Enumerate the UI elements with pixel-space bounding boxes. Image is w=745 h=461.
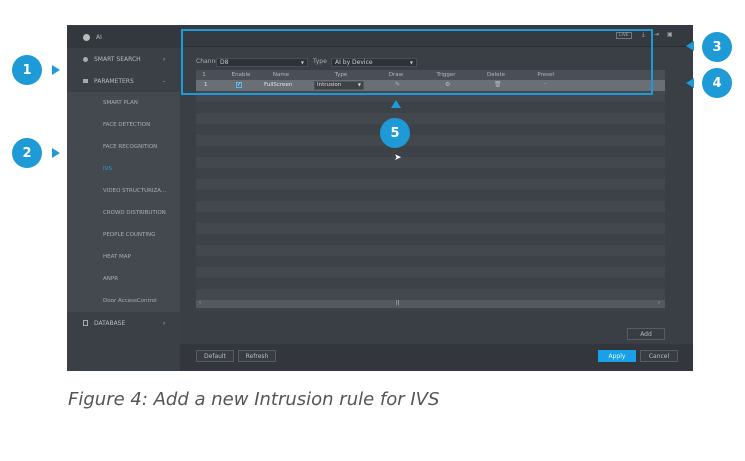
callout-4: 4 <box>702 68 732 98</box>
column-header: Draw <box>388 72 404 78</box>
empty-row <box>196 135 665 146</box>
chevron-right-icon: › <box>163 55 166 63</box>
export-icon[interactable]: ⇥ <box>654 31 659 38</box>
sidebar-subitem[interactable]: IVS <box>67 158 180 180</box>
default-button[interactable]: Default <box>196 350 234 362</box>
column-header: Name <box>272 72 290 78</box>
callout-1: 1 <box>12 55 42 85</box>
column-header: Preset <box>537 72 555 78</box>
empty-row <box>196 245 665 256</box>
chevron-right-icon: › <box>163 319 166 327</box>
sidebar-subitem[interactable]: VIDEO STRUCTURIZA... <box>67 180 180 202</box>
empty-row <box>196 168 665 179</box>
sidebar-subitem[interactable]: Door AccessControl <box>67 290 180 312</box>
arrow-right-icon <box>52 65 60 75</box>
list-icon <box>83 79 88 83</box>
sidebar-subitem[interactable]: SMART PLAN <box>67 92 180 114</box>
sidebar-subitem[interactable]: CROWD DISTRIBUTION <box>67 202 180 224</box>
sidebar-subitem[interactable]: FACE RECOGNITION <box>67 136 180 158</box>
scroll-thumb[interactable]: || <box>396 300 399 306</box>
column-header: Type <box>334 72 348 78</box>
arrow-left-icon <box>686 41 694 51</box>
rules-table: 1 Enable Name Type Draw Trigger Delete Preset 1… <box>196 70 665 311</box>
sidebar: AI SMART SEARCH › PARAMETERS - SMART PLAN F… <box>67 25 180 371</box>
empty-row <box>196 157 665 168</box>
mouse-cursor-icon: ➤ <box>394 153 402 163</box>
horizontal-scrollbar[interactable]: ‹ || › <box>196 300 665 308</box>
empty-row <box>196 179 665 190</box>
sidebar-subitem[interactable]: HEAT MAP <box>67 246 180 268</box>
empty-row <box>196 102 665 113</box>
empty-row <box>196 212 665 223</box>
ai-icon <box>83 33 90 41</box>
database-icon <box>83 320 88 326</box>
cancel-button[interactable]: Cancel <box>640 350 678 362</box>
sidebar-subitem[interactable]: FACE DETECTION <box>67 114 180 136</box>
sidebar-item-parameters[interactable]: PARAMETERS - <box>67 70 180 92</box>
empty-row <box>196 190 665 201</box>
sidebar-item-smart-search[interactable]: SMART SEARCH › <box>67 48 180 70</box>
empty-row <box>196 234 665 245</box>
callout-3: 3 <box>702 32 732 62</box>
empty-row <box>196 256 665 267</box>
sidebar-subitem[interactable]: ANPR <box>67 268 180 290</box>
empty-row <box>196 146 665 157</box>
scroll-left-icon[interactable]: ‹ <box>199 300 201 306</box>
callout-2: 2 <box>12 138 42 168</box>
add-button[interactable]: Add <box>627 328 665 340</box>
column-header: Trigger <box>436 72 456 78</box>
column-header: Enable <box>231 72 251 78</box>
sidebar-subitem[interactable]: PEOPLE COUNTING <box>67 224 180 246</box>
empty-row <box>196 223 665 234</box>
column-header: Delete <box>486 72 506 78</box>
empty-row <box>196 289 665 300</box>
scroll-right-icon[interactable]: › <box>658 300 660 306</box>
empty-row <box>196 124 665 135</box>
empty-row <box>196 113 665 124</box>
refresh-button[interactable]: Refresh <box>238 350 276 362</box>
highlight-box <box>181 29 653 95</box>
column-header: 1 <box>202 72 206 78</box>
figure-caption: Figure 4: Add a new Intrusion rule for I… <box>68 389 440 410</box>
apply-button[interactable]: Apply <box>598 350 636 362</box>
search-icon <box>83 56 88 62</box>
empty-row <box>196 278 665 289</box>
fullscreen-icon[interactable]: ▣ <box>667 31 673 38</box>
collapse-icon: - <box>163 77 166 85</box>
empty-row <box>196 267 665 278</box>
callout-5: 5 <box>380 118 410 148</box>
sidebar-item-database[interactable]: DATABASE › <box>67 312 180 334</box>
arrow-up-icon <box>391 100 401 108</box>
arrow-right-icon <box>52 148 60 158</box>
arrow-left-icon <box>686 78 694 88</box>
sidebar-title: AI <box>67 26 180 48</box>
empty-row <box>196 201 665 212</box>
